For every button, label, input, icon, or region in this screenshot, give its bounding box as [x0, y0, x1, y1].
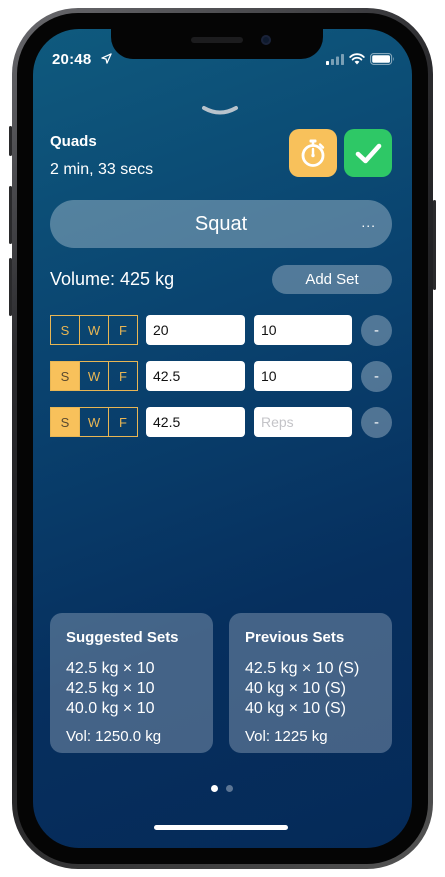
- suggested-sets-card[interactable]: Suggested Sets 42.5 kg × 10 42.5 kg × 10…: [50, 613, 213, 753]
- previous-set-line: 42.5 kg × 10 (S): [245, 660, 360, 677]
- suggested-set-line: 40.0 kg × 10: [66, 700, 155, 717]
- wifi-icon: [349, 53, 365, 65]
- rest-timer-button[interactable]: [289, 129, 337, 177]
- page-indicator[interactable]: [211, 785, 233, 792]
- set-type-selector: S W F: [50, 315, 138, 345]
- reps-input[interactable]: [254, 361, 352, 391]
- reps-input[interactable]: [254, 315, 352, 345]
- location-arrow-icon: [101, 53, 112, 64]
- exercise-selector[interactable]: Squat ...: [50, 200, 392, 248]
- set-type-selector: S W F: [50, 407, 138, 437]
- volume-label: Volume: 425 kg: [50, 269, 175, 289]
- weight-input[interactable]: [146, 315, 245, 345]
- set-type-failure[interactable]: F: [109, 316, 137, 344]
- weight-input[interactable]: [146, 361, 245, 391]
- suggested-sets-title: Suggested Sets: [66, 629, 179, 646]
- cellular-signal-icon: [326, 54, 344, 65]
- suggested-set-line: 42.5 kg × 10: [66, 680, 155, 697]
- set-type-standard[interactable]: S: [51, 408, 80, 436]
- set-type-standard[interactable]: S: [51, 316, 80, 344]
- set-type-warmup[interactable]: W: [80, 362, 109, 390]
- speaker-grille: [191, 37, 243, 43]
- previous-sets-title: Previous Sets: [245, 629, 345, 646]
- set-type-selector: S W F: [50, 361, 138, 391]
- previous-volume: Vol: 1225 kg: [245, 728, 328, 745]
- muscle-group-label: Quads: [50, 133, 97, 150]
- set-row: S W F -: [50, 314, 392, 346]
- previous-set-line: 40 kg × 10 (S): [245, 700, 346, 717]
- phone-frame: 20:48 Quads 2 min, 33 secs Squat ... Vol…: [9, 8, 436, 869]
- set-type-failure[interactable]: F: [109, 408, 137, 436]
- exercise-more-button[interactable]: ...: [361, 214, 376, 230]
- set-type-failure[interactable]: F: [109, 362, 137, 390]
- status-time: 20:48: [52, 51, 92, 68]
- chevron-down-icon[interactable]: [201, 105, 239, 119]
- notch: [111, 29, 323, 59]
- remove-set-button[interactable]: -: [361, 315, 392, 346]
- page-dot: [226, 785, 233, 792]
- previous-set-line: 40 kg × 10 (S): [245, 680, 346, 697]
- front-camera: [261, 35, 271, 45]
- checkmark-icon: [355, 143, 382, 164]
- remove-set-button[interactable]: -: [361, 361, 392, 392]
- set-type-standard[interactable]: S: [51, 362, 80, 390]
- set-row: S W F -: [50, 406, 392, 438]
- set-type-warmup[interactable]: W: [80, 408, 109, 436]
- stopwatch-icon: [301, 139, 325, 167]
- finish-exercise-button[interactable]: [344, 129, 392, 177]
- set-type-warmup[interactable]: W: [80, 316, 109, 344]
- page-dot-active: [211, 785, 218, 792]
- home-indicator[interactable]: [154, 825, 288, 830]
- app-screen: 20:48 Quads 2 min, 33 secs Squat ... Vol…: [33, 29, 412, 848]
- suggested-volume: Vol: 1250.0 kg: [66, 728, 162, 745]
- exercise-name: Squat: [194, 212, 248, 235]
- set-row: S W F -: [50, 360, 392, 392]
- weight-input[interactable]: [146, 407, 245, 437]
- previous-sets-card[interactable]: Previous Sets 42.5 kg × 10 (S) 40 kg × 1…: [229, 613, 392, 753]
- remove-set-button[interactable]: -: [361, 407, 392, 438]
- suggested-set-line: 42.5 kg × 10: [66, 660, 155, 677]
- add-set-button[interactable]: Add Set: [272, 265, 392, 294]
- workout-duration: 2 min, 33 secs: [50, 161, 154, 178]
- reps-input[interactable]: [254, 407, 352, 437]
- battery-icon: [370, 53, 394, 65]
